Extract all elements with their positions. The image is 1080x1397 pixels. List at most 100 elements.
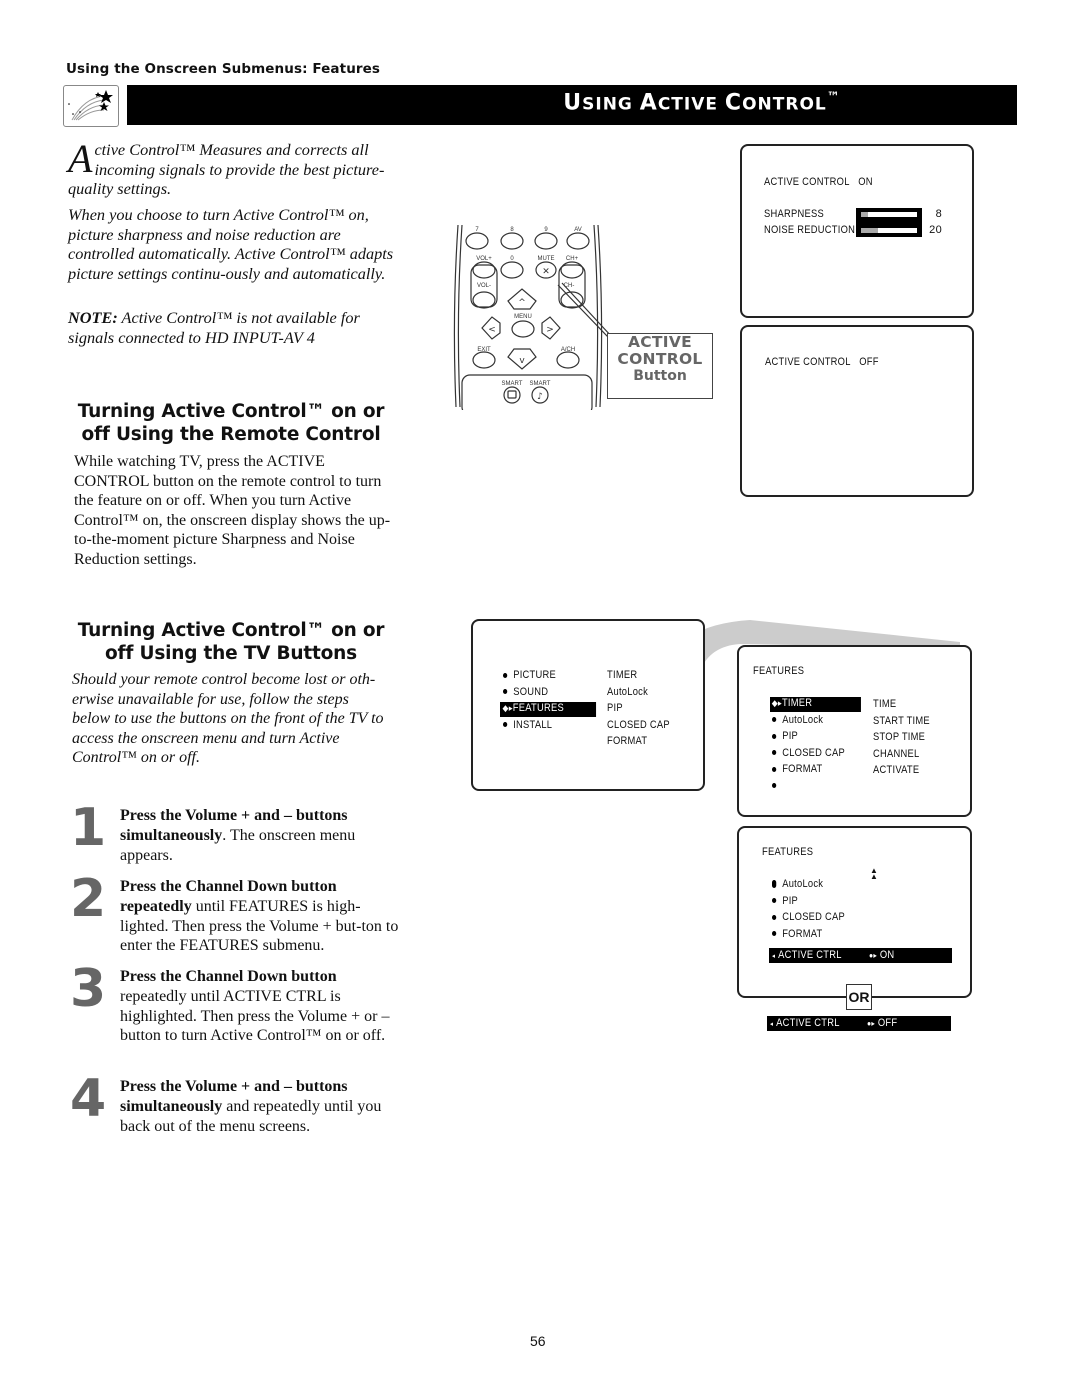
active-ctrl-label: ◂ ACTIVE CTRL <box>772 949 842 961</box>
title-letter: C <box>724 90 743 116</box>
menu-item-picture[interactable]: PICTURE <box>503 669 584 686</box>
step-bold: Press the Channel Down button <box>120 968 337 985</box>
osd-status-label: ACTIVE CONTROL <box>765 356 851 368</box>
active-ctrl-row-off[interactable]: ◂ ACTIVE CTRL ●▸ OFF <box>767 1016 951 1031</box>
drop-cap: A <box>68 136 93 181</box>
menu-item-label: FEATURES <box>512 702 565 714</box>
ac-menu-list: AutoLock PIP CLOSED CAP FORMAT <box>772 878 858 944</box>
sharpness-bar <box>861 212 917 217</box>
key-ach-label: A/CH <box>561 347 575 353</box>
active-control-callout: ACTIVE CONTROL Button <box>607 333 713 399</box>
osd-status-value: ON <box>858 176 873 188</box>
noise-reduction-bar-fill <box>861 228 878 233</box>
ac-item-closed-cap[interactable]: CLOSED CAP <box>772 911 845 928</box>
bullet-icon <box>772 766 777 772</box>
tv-screen-main-menu: PICTURE SOUND ◆▸FEATURES INSTALL TIMER A… <box>471 619 705 791</box>
submenu-item: TIME <box>873 698 897 710</box>
note-label: NOTE: <box>68 308 118 327</box>
submenu-item: AutoLock <box>607 685 649 698</box>
scroll-bullet-icon <box>772 880 777 889</box>
submenu-item: STOP TIME <box>873 731 926 743</box>
right-arrow-icon: > <box>546 325 554 335</box>
adjust-arrow-icon: ●▸ <box>867 1019 876 1028</box>
key-8-label: 8 <box>510 227 514 233</box>
key-9-label: 9 <box>544 227 548 233</box>
menu-item-sound[interactable]: SOUND <box>503 686 584 703</box>
features-item-pip[interactable]: PIP <box>772 730 849 747</box>
step-text: Press the Channel Down button repeatedly… <box>120 877 400 956</box>
features-item-timer-selected[interactable]: ◆▸TIMER <box>770 697 861 712</box>
page-number: 56 <box>530 1333 546 1349</box>
key-voldown-label: VOL- <box>477 283 491 289</box>
step-number: 3 <box>70 959 107 1019</box>
noise-reduction-value: 20 <box>929 224 942 236</box>
submenu-item: CHANNEL <box>873 747 920 760</box>
bullet-icon <box>772 733 777 739</box>
osd-status-label: ACTIVE CONTROL <box>764 176 850 188</box>
active-ctrl-row-on[interactable]: ◂ ACTIVE CTRL ●▸ ON <box>769 948 952 963</box>
features-item-format[interactable]: FORMAT <box>772 763 849 780</box>
menu-item-features-selected[interactable]: ◆▸FEATURES <box>500 702 597 717</box>
ac-item-pip[interactable]: PIP <box>772 895 845 912</box>
title-letter: A <box>639 90 658 116</box>
bullet-icon <box>772 750 777 756</box>
active-ctrl-value: ●▸ ON <box>869 949 894 961</box>
active-ctrl-text: ACTIVE CTRL <box>778 949 842 961</box>
tv-screen-features-menu: FEATURES ◆▸TIMER AutoLock PIP CLOSED CAP… <box>737 645 972 817</box>
features-submenu: TIME START TIME STOP TIME CHANNEL ACTIVA… <box>873 698 940 781</box>
intro-paragraph-2: When you choose to turn Active Control™ … <box>68 205 394 283</box>
key-mute-label: MUTE <box>538 256 555 262</box>
step-text: Press the Volume + and – buttons simulta… <box>120 1077 400 1136</box>
section-title: USING ACTIVE CONTROL™ <box>127 90 1017 115</box>
selector-arrows-icon: ◆▸ <box>771 698 782 708</box>
submenu-item: TIMER <box>607 669 638 681</box>
features-item-label: AutoLock <box>782 713 824 726</box>
key-menu-label: MENU <box>514 314 532 320</box>
title-letter: U <box>563 90 583 116</box>
ac-item-autolock[interactable]: AutoLock <box>772 878 845 895</box>
submenu-item: ACTIVATE <box>873 764 920 776</box>
features-item-more[interactable] <box>772 780 849 797</box>
bullet-icon <box>772 931 777 937</box>
key-chdown-label: CH- <box>564 283 575 289</box>
bullet-icon <box>772 914 777 920</box>
music-note-icon: ♪ <box>537 392 543 402</box>
down-arrow-icon: v <box>519 356 525 366</box>
tv-buttons-section-heading: Turning Active Control™ on or off Using … <box>77 620 385 664</box>
features-item-autolock[interactable]: AutoLock <box>772 714 849 731</box>
features-menu-title: FEATURES <box>753 665 805 677</box>
callout-line-2: CONTROL <box>617 350 703 368</box>
tv-screen-active-control-on: ACTIVE CONTROL ON SHARPNESS NOISE REDUCT… <box>740 144 974 318</box>
noise-reduction-label: NOISE REDUCTION <box>764 224 856 236</box>
bullet-icon <box>772 783 777 789</box>
ac-item-format[interactable]: FORMAT <box>772 928 845 945</box>
key-smart-sound-label: SMART <box>530 381 551 387</box>
noise-reduction-bar <box>861 228 917 233</box>
intro-text-1: ctive Control™ Measures and corrects all… <box>68 140 385 198</box>
menu-item-label: INSTALL <box>513 718 553 731</box>
submenu-item: CLOSED CAP <box>607 718 670 731</box>
remote-section-heading: Turning Active Control™ on or off Using … <box>77 401 385 445</box>
shooting-stars-icon <box>68 90 113 121</box>
features-item-closed-cap[interactable]: CLOSED CAP <box>772 747 849 764</box>
ac-item-label: AutoLock <box>782 878 824 890</box>
title-word: ONTROL <box>742 94 827 115</box>
features-item-label: TIMER <box>781 697 813 709</box>
or-divider: OR <box>846 984 872 1010</box>
selector-arrows-icon: ◆▸ <box>502 703 513 713</box>
settings-bar-panel <box>856 208 922 237</box>
title-word: SING <box>582 94 640 115</box>
scroll-up-arrows-icon: ▲ ▲ <box>870 866 878 881</box>
features-menu-list: ◆▸TIMER AutoLock PIP CLOSED CAP FORMAT <box>770 697 862 797</box>
sharpness-bar-fill <box>861 212 869 217</box>
step-number: 2 <box>70 869 107 929</box>
title-word: CTIVE <box>657 94 725 115</box>
active-ctrl-value-text: ON <box>879 949 895 961</box>
main-menu-list: PICTURE SOUND ◆▸FEATURES INSTALL <box>500 669 598 736</box>
key-chup-label: CH+ <box>566 256 579 262</box>
left-arrow-icon: < <box>488 325 496 335</box>
running-head: Using the Onscreen Submenus: Features <box>66 61 381 77</box>
menu-item-install[interactable]: INSTALL <box>503 719 584 736</box>
bullet-icon <box>503 722 508 728</box>
tv-screen-active-control-off: ACTIVE CONTROL OFF <box>740 325 974 497</box>
